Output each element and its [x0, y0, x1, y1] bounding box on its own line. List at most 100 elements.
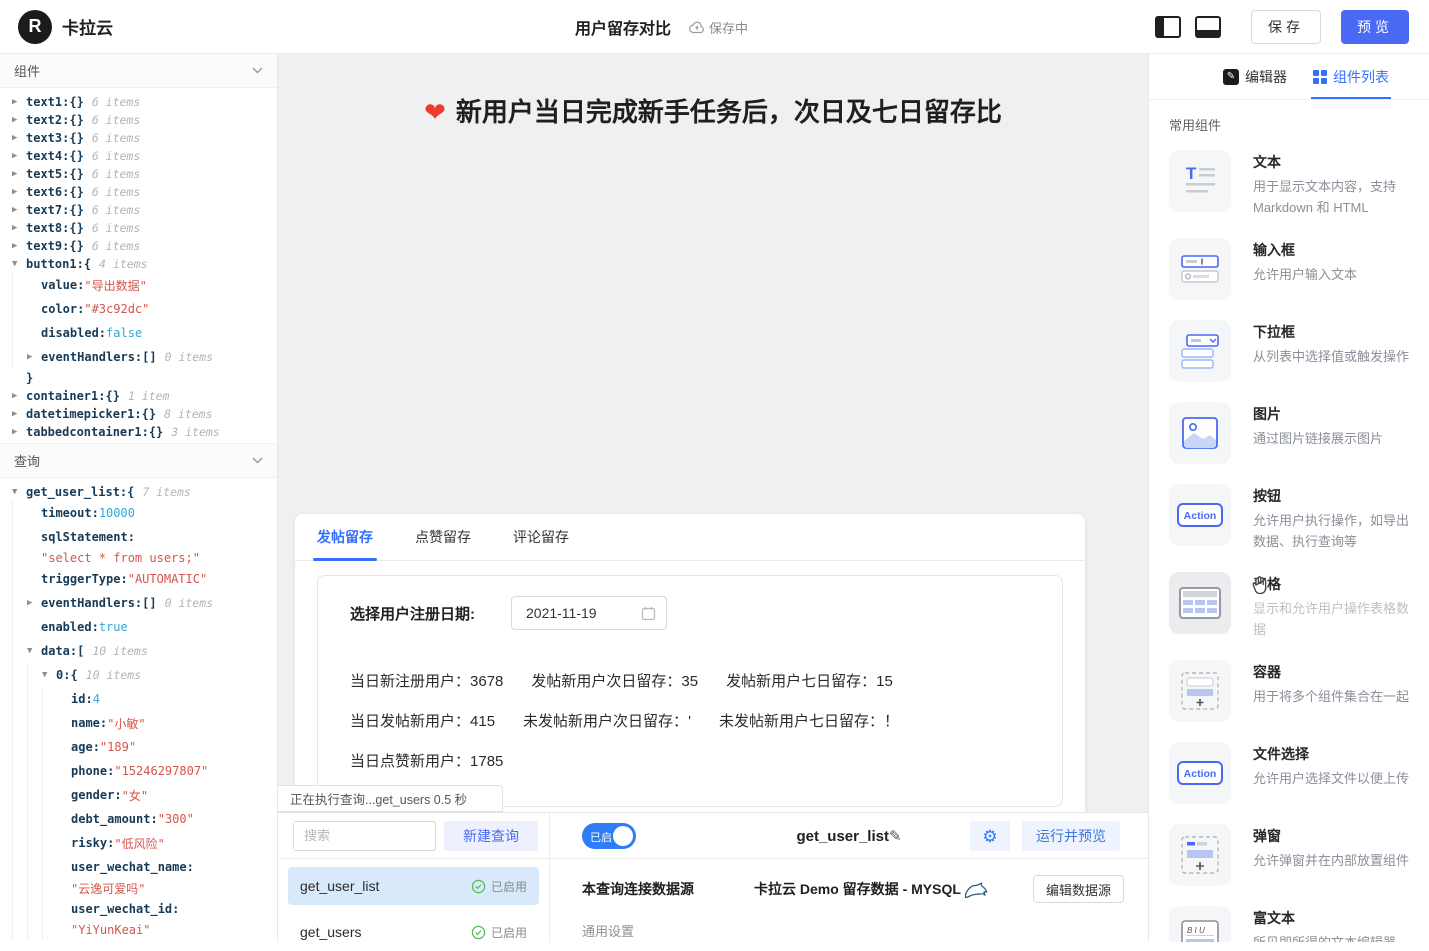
tree-row: risky : "低风险"	[12, 831, 277, 855]
indent-guide	[27, 855, 42, 879]
editor-icon: ✎	[1223, 69, 1239, 85]
stat-value: 15	[876, 673, 893, 690]
toggle-left-panel-icon[interactable]	[1155, 16, 1181, 38]
component-card-text: 表格显示和允许用户操作表格数据	[1253, 572, 1411, 640]
datasource-label: 本查询连接数据源	[582, 879, 754, 899]
query-enabled-toggle[interactable]: 已启	[582, 823, 636, 849]
expand-arrow-icon[interactable]: ▶	[12, 97, 26, 107]
expand-arrow-icon[interactable]: ▶	[12, 205, 26, 215]
tree-brace: {}	[69, 239, 83, 253]
new-query-button[interactable]: 新建查询	[444, 821, 538, 851]
tree-brace: [	[77, 644, 84, 658]
component-card-输入框[interactable]: 输入框允许用户输入文本	[1149, 228, 1429, 310]
component-card-弹窗[interactable]: 弹窗允许弹窗并在内部放置组件	[1149, 814, 1429, 896]
tree-row: ▶text8 : {}6 items	[12, 219, 277, 237]
component-card-表格[interactable]: 表格显示和允许用户操作表格数据	[1149, 562, 1429, 650]
tree-key: debt_amount	[71, 812, 150, 826]
component-name: 表格	[1253, 574, 1411, 594]
action-icon: Action	[1169, 742, 1231, 804]
indent-guide	[12, 567, 27, 591]
expand-arrow-icon[interactable]: ▶	[12, 151, 26, 161]
tree-key: phone	[71, 764, 107, 778]
canvas-tab-发帖留存[interactable]: 发帖留存	[317, 514, 373, 560]
expand-arrow-icon[interactable]: ▶	[12, 409, 26, 419]
expand-arrow-icon[interactable]: ▶	[12, 133, 26, 143]
query-list-item-get_users[interactable]: get_users已启用	[288, 913, 539, 951]
stat-value: '	[688, 713, 691, 730]
component-name: 按钮	[1253, 486, 1411, 506]
tree-colon: :	[187, 860, 194, 874]
expand-arrow-icon[interactable]: ▶	[27, 598, 41, 608]
collapse-arrow-icon[interactable]: ▼	[12, 259, 26, 269]
component-card-按钮[interactable]: Action按钮允许用户执行操作，如导出数据、执行查询等	[1149, 474, 1429, 562]
tab-editor[interactable]: ✎ 编辑器	[1223, 54, 1287, 99]
tree-row: "云逸可爱吗"	[12, 879, 277, 897]
expand-arrow-icon[interactable]: ▶	[12, 223, 26, 233]
tree-row: ▼0 : {10 items	[12, 663, 277, 687]
tree-row: ▶text1 : {}6 items	[12, 93, 277, 111]
query-search-input[interactable]	[293, 821, 436, 851]
component-card-下拉框[interactable]: 下拉框从列表中选择值或触发操作	[1149, 310, 1429, 392]
tree-brace: {}	[69, 149, 83, 163]
component-card-文件选择[interactable]: Action文件选择允许用户选择文件以便上传	[1149, 732, 1429, 814]
components-section-header[interactable]: 组件	[0, 54, 277, 88]
toggle-bottom-panel-icon[interactable]	[1195, 16, 1221, 38]
tree-value: "189"	[100, 740, 136, 754]
edit-query-name-icon[interactable]: ✎	[889, 828, 902, 845]
stat-group: 当日新注册用户：3678	[350, 673, 503, 690]
save-button[interactable]: 保存	[1251, 10, 1321, 44]
component-description: 显示和允许用户操作表格数据	[1253, 599, 1411, 640]
expand-arrow-icon[interactable]: ▶	[12, 187, 26, 197]
expand-arrow-icon[interactable]: ▶	[12, 169, 26, 179]
stat-group: 发帖新用户七日留存：15	[726, 673, 893, 690]
expand-arrow-icon[interactable]: ▶	[12, 115, 26, 125]
tree-item-count: 6 items	[92, 203, 140, 217]
component-description: 允许弹窗并在内部放置组件	[1253, 851, 1411, 872]
query-settings-button[interactable]: ⚙	[970, 821, 1010, 851]
indent-guide	[12, 711, 27, 735]
indent-guide	[12, 687, 27, 711]
tree-brace: {}	[69, 113, 83, 127]
stat-row: 当日点赞新用户：1785	[350, 750, 1062, 772]
tree-colon: :	[128, 530, 135, 544]
tab-component-list[interactable]: 组件列表	[1313, 54, 1389, 99]
query-list-item-get_user_list[interactable]: get_user_list已启用	[288, 867, 539, 905]
tree-key: gender	[71, 788, 114, 802]
tabbed-container-tabs: 发帖留存点赞留存评论留存	[295, 514, 1085, 561]
expand-arrow-icon[interactable]: ▶	[12, 391, 26, 401]
component-card-富文本[interactable]: B I U富文本所见即所得的文本编辑器	[1149, 896, 1429, 942]
expand-arrow-icon[interactable]: ▶	[12, 241, 26, 251]
expand-arrow-icon[interactable]: ▶	[27, 352, 41, 362]
component-card-文本[interactable]: T文本用于显示文本内容，支持 Markdown 和 HTML	[1149, 140, 1429, 228]
tree-value: "低风险"	[114, 835, 164, 852]
component-card-容器[interactable]: 容器用于将多个组件集合在一起	[1149, 650, 1429, 732]
chevron-down-icon[interactable]	[252, 457, 263, 464]
indent-guide	[12, 831, 27, 855]
tree-colon: :	[114, 788, 121, 802]
tree-row: ▶text6 : {}6 items	[12, 183, 277, 201]
run-preview-button[interactable]: 运行并预览	[1022, 821, 1120, 851]
collapse-arrow-icon[interactable]: ▼	[27, 646, 41, 656]
chevron-down-icon[interactable]	[252, 67, 263, 74]
component-card-图片[interactable]: 图片通过图片链接展示图片	[1149, 392, 1429, 474]
canvas-tab-评论留存[interactable]: 评论留存	[513, 514, 569, 560]
edit-datasource-button[interactable]: 编辑数据源	[1033, 875, 1124, 903]
expand-arrow-icon[interactable]: ▶	[12, 427, 26, 437]
general-settings-label: 通用设置	[582, 921, 634, 940]
datasource-value: 卡拉云 Demo 留存数据 - MYSQL	[754, 879, 989, 899]
component-card-text: 富文本所见即所得的文本编辑器	[1253, 906, 1411, 942]
inner-container: 选择用户注册日期: 2021-11-19 当日新注册用户：3678发帖新用户次日…	[317, 575, 1063, 807]
component-name: 容器	[1253, 662, 1411, 682]
tree-row: ▶tabbedcontainer1 : {}3 items	[12, 423, 277, 441]
tree-brace: {}	[69, 131, 83, 145]
date-picker-input[interactable]: 2021-11-19	[511, 596, 667, 630]
collapse-arrow-icon[interactable]: ▼	[12, 487, 26, 497]
canvas-tab-点赞留存[interactable]: 点赞留存	[415, 514, 471, 560]
doc-title: 用户留存对比	[575, 15, 671, 39]
collapse-arrow-icon[interactable]: ▼	[42, 670, 56, 680]
indent-guide	[12, 663, 27, 687]
retention-stats: 当日新注册用户：3678发帖新用户次日留存：35发帖新用户七日留存：15当日发帖…	[350, 670, 1062, 772]
preview-button[interactable]: 预览	[1341, 10, 1409, 44]
tree-key: text3	[26, 131, 62, 145]
queries-section-header[interactable]: 查询	[0, 443, 277, 478]
